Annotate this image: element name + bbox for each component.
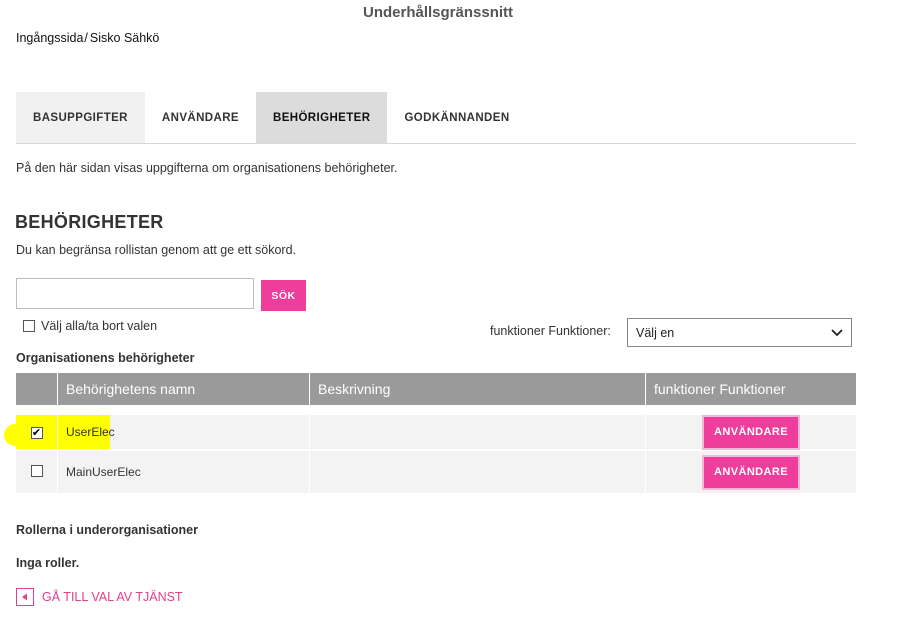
row-checkbox[interactable] <box>30 464 43 477</box>
table-row: MainUserElec ANVÄNDARE <box>16 449 856 493</box>
header-select <box>16 373 58 405</box>
breadcrumb-current: Sisko Sähkö <box>89 31 160 45</box>
tab-behorigheter[interactable]: BEHÖRIGHETER <box>255 92 388 143</box>
chevron-down-icon <box>831 326 843 340</box>
search-input[interactable] <box>16 278 254 309</box>
sub-org-roles-title: Rollerna i underorganisationer <box>16 523 198 537</box>
header-description: Beskrivning <box>310 373 646 405</box>
row-description <box>310 405 646 449</box>
back-link-label: GÅ TILL VAL AV TJÄNST <box>42 590 183 604</box>
functions-select[interactable]: Välj en <box>627 318 852 347</box>
tab-bar: BASUPPGIFTER ANVÄNDARE BEHÖRIGHETER GODK… <box>16 92 856 144</box>
tab-godkannanden[interactable]: GODKÄNNANDEN <box>387 92 526 143</box>
tab-anvandare[interactable]: ANVÄNDARE <box>145 92 256 143</box>
app-title: Underhållsgränssnitt <box>362 4 514 21</box>
breadcrumb: Ingångssida/Sisko Sähkö <box>16 31 159 45</box>
triangle-left-icon <box>16 588 34 606</box>
row-name: UserElec <box>58 405 310 449</box>
table-row: ✔ UserElec ANVÄNDARE <box>16 405 856 449</box>
select-all: Välj alla/ta bort valen <box>23 319 157 333</box>
header-name: Behörighetens namn <box>58 373 310 405</box>
row-select-cell: ✔ <box>16 405 58 449</box>
header-functions: funktioner Funktioner <box>646 373 856 405</box>
select-all-checkbox[interactable] <box>23 320 35 332</box>
intro-text: På den här sidan visas uppgifterna om or… <box>16 161 398 175</box>
search-button[interactable]: SÖK <box>261 280 306 311</box>
select-all-label: Välj alla/ta bort valen <box>41 319 158 333</box>
row-description <box>310 449 646 493</box>
table-header-row: Behörighetens namn Beskrivning funktione… <box>16 373 856 405</box>
row-checkbox[interactable]: ✔ <box>30 427 43 440</box>
row-actions: ANVÄNDARE <box>646 405 856 449</box>
functions-select-value: Välj en <box>636 325 675 340</box>
users-button[interactable]: ANVÄNDARE <box>704 456 798 488</box>
breadcrumb-home[interactable]: Ingångssida <box>16 31 83 45</box>
section-description: Du kan begränsa rollistan genom att ge e… <box>16 243 297 257</box>
no-roles-text: Inga roller. <box>16 556 80 570</box>
row-actions: ANVÄNDARE <box>646 449 856 493</box>
org-permissions-title: Organisationens behörigheter <box>16 351 195 365</box>
permissions-table: Behörighetens namn Beskrivning funktione… <box>16 373 856 493</box>
row-name: MainUserElec <box>58 449 310 493</box>
page-title: BEHÖRIGHETER <box>15 212 164 232</box>
back-to-services-link[interactable]: GÅ TILL VAL AV TJÄNST <box>16 588 183 606</box>
breadcrumb-separator: / <box>84 31 88 45</box>
tab-basuppgifter[interactable]: BASUPPGIFTER <box>16 92 145 143</box>
row-select-cell <box>16 449 58 493</box>
functions-filter-label: funktioner Funktioner: <box>490 324 611 338</box>
users-button[interactable]: ANVÄNDARE <box>704 416 798 448</box>
